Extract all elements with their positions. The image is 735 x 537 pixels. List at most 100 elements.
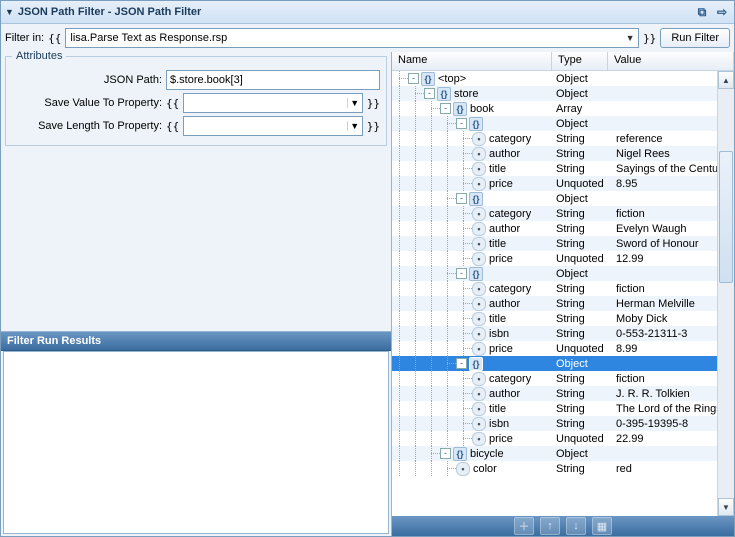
col-name[interactable]: Name	[392, 52, 552, 70]
node-value: Herman Melville	[612, 298, 717, 310]
expander-icon[interactable]: -	[440, 103, 451, 114]
left-panel: Attributes JSON Path: Save Value To Prop…	[1, 52, 392, 536]
col-type[interactable]: Type	[552, 52, 608, 70]
json-path-input[interactable]	[166, 70, 380, 90]
tree-row[interactable]: •categoryStringfiction	[392, 371, 717, 386]
tree-row[interactable]: •priceUnquoted8.95	[392, 176, 717, 191]
collapse-triangle-icon[interactable]: ▼	[5, 7, 14, 17]
property-icon: •	[472, 132, 486, 146]
tree-row[interactable]: •categoryStringfiction	[392, 206, 717, 221]
chevron-down-icon[interactable]: ▼	[347, 98, 362, 108]
filter-in-label: Filter in:	[5, 32, 44, 44]
node-type: Object	[552, 448, 612, 460]
object-icon: {}	[453, 102, 467, 116]
tree-row[interactable]: •priceUnquoted12.99	[392, 251, 717, 266]
detach-icon[interactable]: ⧉	[694, 4, 710, 20]
node-value: 12.99	[612, 253, 717, 265]
tree-row[interactable]: -{}Object	[392, 266, 717, 281]
node-type: String	[552, 418, 612, 430]
save-value-input[interactable]	[184, 97, 347, 109]
expander-icon[interactable]: -	[456, 268, 467, 279]
tree-row[interactable]: •authorStringHerman Melville	[392, 296, 717, 311]
property-icon: •	[472, 372, 486, 386]
object-icon: {}	[469, 267, 483, 281]
delete-icon[interactable]: ▦	[592, 517, 612, 535]
tree-toolbar: ＋ ↑ ↓ ▦	[392, 516, 734, 536]
node-name: <top>	[438, 73, 466, 85]
scroll-up-icon[interactable]: ▲	[718, 71, 734, 89]
tree-row[interactable]: •titleStringThe Lord of the Rings	[392, 401, 717, 416]
tree-row[interactable]: •titleStringMoby Dick	[392, 311, 717, 326]
node-type: Unquoted	[552, 343, 612, 355]
node-type: String	[552, 298, 612, 310]
save-value-combo[interactable]: ▼	[183, 93, 363, 113]
node-type: String	[552, 328, 612, 340]
node-value: Moby Dick	[612, 313, 717, 325]
node-name: author	[489, 223, 520, 235]
tree-row[interactable]: -{}Object	[392, 116, 717, 131]
tree-row[interactable]: -{}bookArray	[392, 101, 717, 116]
tree-row[interactable]: •priceUnquoted8.99	[392, 341, 717, 356]
tree-row[interactable]: •categoryStringreference	[392, 131, 717, 146]
node-name: book	[470, 103, 494, 115]
tree-row[interactable]: -{}storeObject	[392, 86, 717, 101]
forward-icon[interactable]: ⇨	[714, 4, 730, 20]
tree-row[interactable]: -{}Object	[392, 356, 717, 371]
property-icon: •	[472, 252, 486, 266]
tree-row[interactable]: •colorStringred	[392, 461, 717, 476]
tree-row[interactable]: •isbnString0-553-21311-3	[392, 326, 717, 341]
json-tree[interactable]: -{}<top>Object-{}storeObject-{}bookArray…	[392, 71, 717, 516]
tree-row[interactable]: •titleStringSayings of the Century	[392, 161, 717, 176]
tree-row[interactable]: •priceUnquoted22.99	[392, 431, 717, 446]
save-value-label: Save Value To Property:	[12, 97, 162, 109]
node-value: 8.99	[612, 343, 717, 355]
node-name: isbn	[489, 328, 509, 340]
filter-in-combo[interactable]: ▼	[65, 28, 639, 48]
node-name: price	[489, 178, 513, 190]
save-length-combo[interactable]: ▼	[183, 116, 363, 136]
tree-row[interactable]: •isbnString0-395-19395-8	[392, 416, 717, 431]
move-up-icon[interactable]: ↑	[540, 517, 560, 535]
expander-icon[interactable]: -	[424, 88, 435, 99]
tree-row[interactable]: •titleStringSword of Honour	[392, 236, 717, 251]
tree-row[interactable]: •authorStringJ. R. R. Tolkien	[392, 386, 717, 401]
node-name: author	[489, 148, 520, 160]
attributes-legend: Attributes	[12, 50, 66, 62]
expander-icon[interactable]: -	[456, 118, 467, 129]
tree-row[interactable]: -{}bicycleObject	[392, 446, 717, 461]
window: ▼ JSON Path Filter - JSON Path Filter ⧉ …	[0, 0, 735, 537]
scroll-down-icon[interactable]: ▼	[718, 498, 734, 516]
node-type: String	[552, 163, 612, 175]
node-type: Object	[552, 73, 612, 85]
move-down-icon[interactable]: ↓	[566, 517, 586, 535]
tree-row[interactable]: -{}<top>Object	[392, 71, 717, 86]
node-value: Sayings of the Century	[612, 163, 717, 175]
right-panel: Name Type Value -{}<top>Object-{}storeOb…	[392, 52, 734, 536]
chevron-down-icon[interactable]: ▼	[347, 121, 362, 131]
run-filter-button[interactable]: Run Filter	[660, 28, 730, 48]
chevron-down-icon[interactable]: ▼	[624, 33, 636, 43]
titlebar: ▼ JSON Path Filter - JSON Path Filter ⧉ …	[1, 1, 734, 24]
node-value: 0-395-19395-8	[612, 418, 717, 430]
vertical-scrollbar[interactable]: ▲ ▼	[717, 71, 734, 516]
tree-row[interactable]: •categoryStringfiction	[392, 281, 717, 296]
tree-row[interactable]: •authorStringNigel Rees	[392, 146, 717, 161]
expander-icon[interactable]: -	[440, 448, 451, 459]
node-name: price	[489, 253, 513, 265]
node-type: String	[552, 223, 612, 235]
property-icon: •	[472, 297, 486, 311]
save-length-input[interactable]	[184, 120, 347, 132]
node-name: price	[489, 433, 513, 445]
add-icon[interactable]: ＋	[514, 517, 534, 535]
node-value: Evelyn Waugh	[612, 223, 717, 235]
expander-icon[interactable]: -	[408, 73, 419, 84]
filter-in-input[interactable]	[68, 30, 624, 46]
expander-icon[interactable]: -	[456, 193, 467, 204]
tree-row[interactable]: •authorStringEvelyn Waugh	[392, 221, 717, 236]
property-icon: •	[472, 237, 486, 251]
tree-row[interactable]: -{}Object	[392, 191, 717, 206]
expander-icon[interactable]: -	[456, 358, 467, 369]
node-value: Sword of Honour	[612, 238, 717, 250]
col-value[interactable]: Value	[608, 52, 734, 70]
scroll-thumb[interactable]	[719, 151, 733, 283]
